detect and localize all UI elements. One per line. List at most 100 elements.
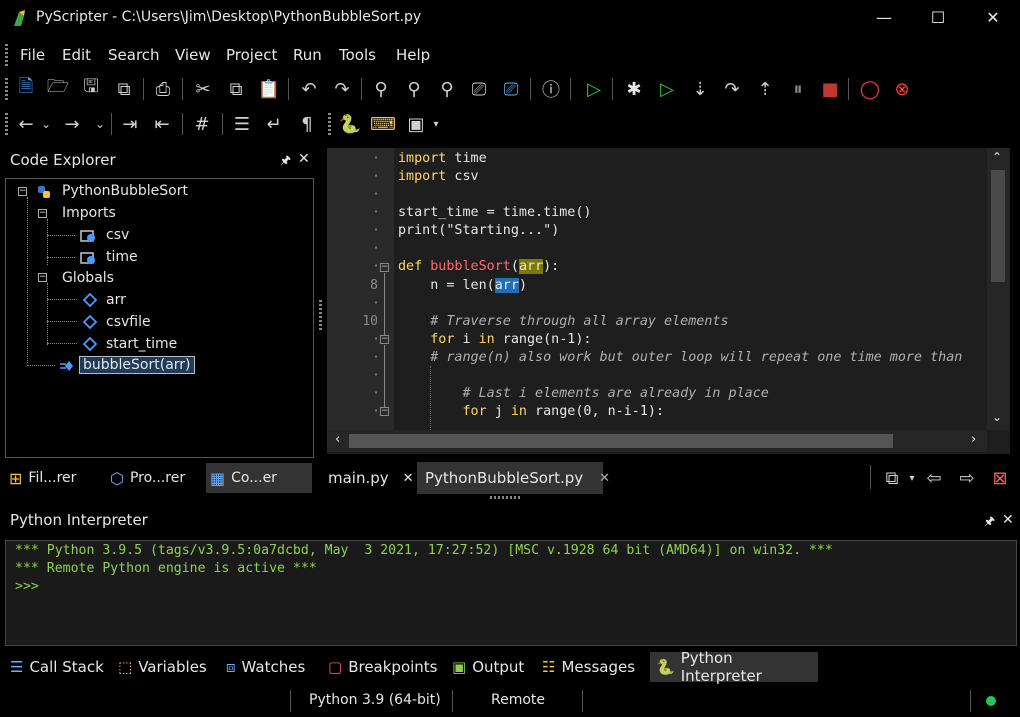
tree-item-arr[interactable]: arr [106,292,126,308]
print-icon[interactable]: ⎙ [151,77,175,101]
list-icon[interactable]: ☰ [230,112,254,136]
toggle-breakpoint-icon[interactable]: ◯ [858,77,882,101]
maximize-button[interactable]: ☐ [910,4,966,32]
menu-help[interactable]: Help [396,46,430,64]
tab-layout-dropdown-icon[interactable]: ▾ [900,466,924,490]
menu-tools[interactable]: Tools [339,46,376,64]
tree-item-time[interactable]: time [106,249,138,265]
menu-search[interactable]: Search [108,46,160,64]
forward-icon[interactable]: → [60,112,84,136]
paste-icon[interactable]: 📋 [257,77,281,101]
pause-icon[interactable]: ⏸ [786,77,810,101]
scroll-right-icon[interactable]: › [971,432,976,447]
tab-close-icon[interactable]: ✕ [403,471,414,486]
find-in-files-icon[interactable]: ⎚ [467,77,491,101]
cut-icon[interactable]: ✂ [191,77,215,101]
back-dropdown-icon[interactable]: ⌄ [34,112,58,136]
horizontal-scroll-thumb[interactable] [349,434,893,448]
menu-grip[interactable] [5,44,8,66]
new-file-icon[interactable]: 🗎 [14,76,38,101]
replace-icon[interactable]: ⚲ [435,77,459,101]
tab-main-py[interactable]: main.py ✕ [328,462,414,494]
step-over-icon[interactable]: ↷ [720,77,744,101]
forward-dropdown-icon[interactable]: ⌄ [88,112,112,136]
paragraph-icon[interactable]: ¶ [295,112,319,136]
save-all-icon[interactable]: ⧉ [112,77,136,101]
toolbar-grip[interactable] [328,113,331,135]
stop-icon[interactable]: ■ [818,77,842,101]
tree-expander[interactable]: − [18,187,27,196]
tab-project-explorer[interactable]: ⬡ Pro...rer [106,463,202,493]
tab-pythonbubblesort-py[interactable]: PythonBubbleSort.py ✕ [417,462,610,494]
tree-item-root[interactable]: PythonBubbleSort [62,183,188,199]
scroll-down-icon[interactable]: ⌄ [992,410,1002,424]
toolbar-grip[interactable] [5,78,8,100]
wrap-icon[interactable]: ↵ [262,112,286,136]
save-icon[interactable]: 🖫 [79,76,103,101]
close-button[interactable]: ✕ [965,4,1020,32]
horizontal-scrollbar[interactable]: ‹ › [327,430,987,452]
tree-item-start-time[interactable]: start_time [106,336,177,352]
step-into-icon[interactable]: ⇣ [688,77,712,101]
minimize-button[interactable]: — [856,4,912,32]
vertical-splitter[interactable] [319,300,322,330]
tab-breakpoints[interactable]: ▢ Breakpoints [328,652,438,682]
tab-call-stack[interactable]: ☰ Call Stack [10,652,104,682]
undo-icon[interactable]: ↶ [297,77,321,101]
copy-icon[interactable]: ⧉ [224,77,248,101]
menu-file[interactable]: File [20,46,45,64]
tab-python-interpreter[interactable]: 🐍 Python Interpreter [650,649,818,685]
tree-item-imports[interactable]: Imports [62,205,116,221]
toolbar-grip[interactable] [5,113,8,135]
scroll-up-icon[interactable]: ⌃ [992,150,1002,164]
python-icon[interactable]: 🐍 [338,112,362,136]
find-next-icon[interactable]: ⚲ [402,77,426,101]
tab-variables[interactable]: ⬚ Variables [118,652,207,682]
fold-marker[interactable]: − [380,335,389,344]
menu-run[interactable]: Run [293,46,322,64]
redo-icon[interactable]: ↷ [330,77,354,101]
fold-marker[interactable]: − [380,263,389,272]
pin-icon[interactable]: 🖈 [984,512,995,533]
close-icon[interactable]: ✕ [1002,512,1014,528]
horizontal-splitter[interactable] [490,496,520,499]
fold-marker[interactable]: − [380,407,389,416]
debug-icon[interactable]: ✱ [622,77,646,101]
menu-view[interactable]: View [175,46,211,64]
scroll-left-icon[interactable]: ‹ [335,432,340,447]
menu-edit[interactable]: Edit [62,46,91,64]
tree-expander[interactable]: − [38,273,47,282]
step-out-icon[interactable]: ⇡ [753,77,777,101]
keyboard-icon[interactable]: ⌨ [370,112,396,136]
tab-close-icon[interactable]: ✕ [599,471,610,486]
close-tab-icon[interactable]: ⊠ [988,466,1012,490]
dedent-icon[interactable]: ⇤ [150,112,174,136]
tab-watches[interactable]: ⧈ Watches [226,652,305,682]
python-version-status[interactable]: Python 3.9 (64-bit) [309,692,441,708]
tree-expander[interactable]: − [38,209,47,218]
interpreter-console[interactable]: *** Python 3.9.5 (tags/v3.9.5:0a7dcbd, M… [5,540,1017,646]
engine-status[interactable]: Remote [491,692,545,708]
comment-icon[interactable]: # [190,112,214,136]
tab-file-explorer[interactable]: ⊞ Fil...rer [5,463,101,493]
tab-messages[interactable]: ☷ Messages [542,652,635,682]
tree-item-bubblesort[interactable]: bubbleSort(arr) [79,356,195,374]
info-icon[interactable]: ⓘ [539,77,563,101]
clear-breakpoints-icon[interactable]: ⊗ [890,77,914,101]
next-tab-icon[interactable]: ⇨ [955,466,979,490]
vertical-scroll-thumb[interactable] [991,170,1005,282]
pin-icon[interactable]: 🖈 [280,151,291,172]
previous-tab-icon[interactable]: ⇦ [922,466,946,490]
search-icon[interactable]: ⚲ [369,77,393,101]
layout-dropdown-icon[interactable]: ▾ [424,112,448,136]
close-icon[interactable]: ✕ [298,151,310,167]
tree-item-globals[interactable]: Globals [62,270,114,286]
open-folder-icon[interactable]: 🗁 [46,76,70,101]
tree-item-csvfile[interactable]: csvfile [106,314,151,330]
run-to-cursor-icon[interactable]: ▷ [655,77,679,101]
run-icon[interactable]: ▷ [582,77,606,101]
tab-code-explorer[interactable]: ▦ Co...er [206,463,312,493]
vertical-scrollbar[interactable]: ⌃ ⌄ [987,148,1009,430]
menu-project[interactable]: Project [226,46,277,64]
tab-output[interactable]: ▣ Output [452,652,524,682]
